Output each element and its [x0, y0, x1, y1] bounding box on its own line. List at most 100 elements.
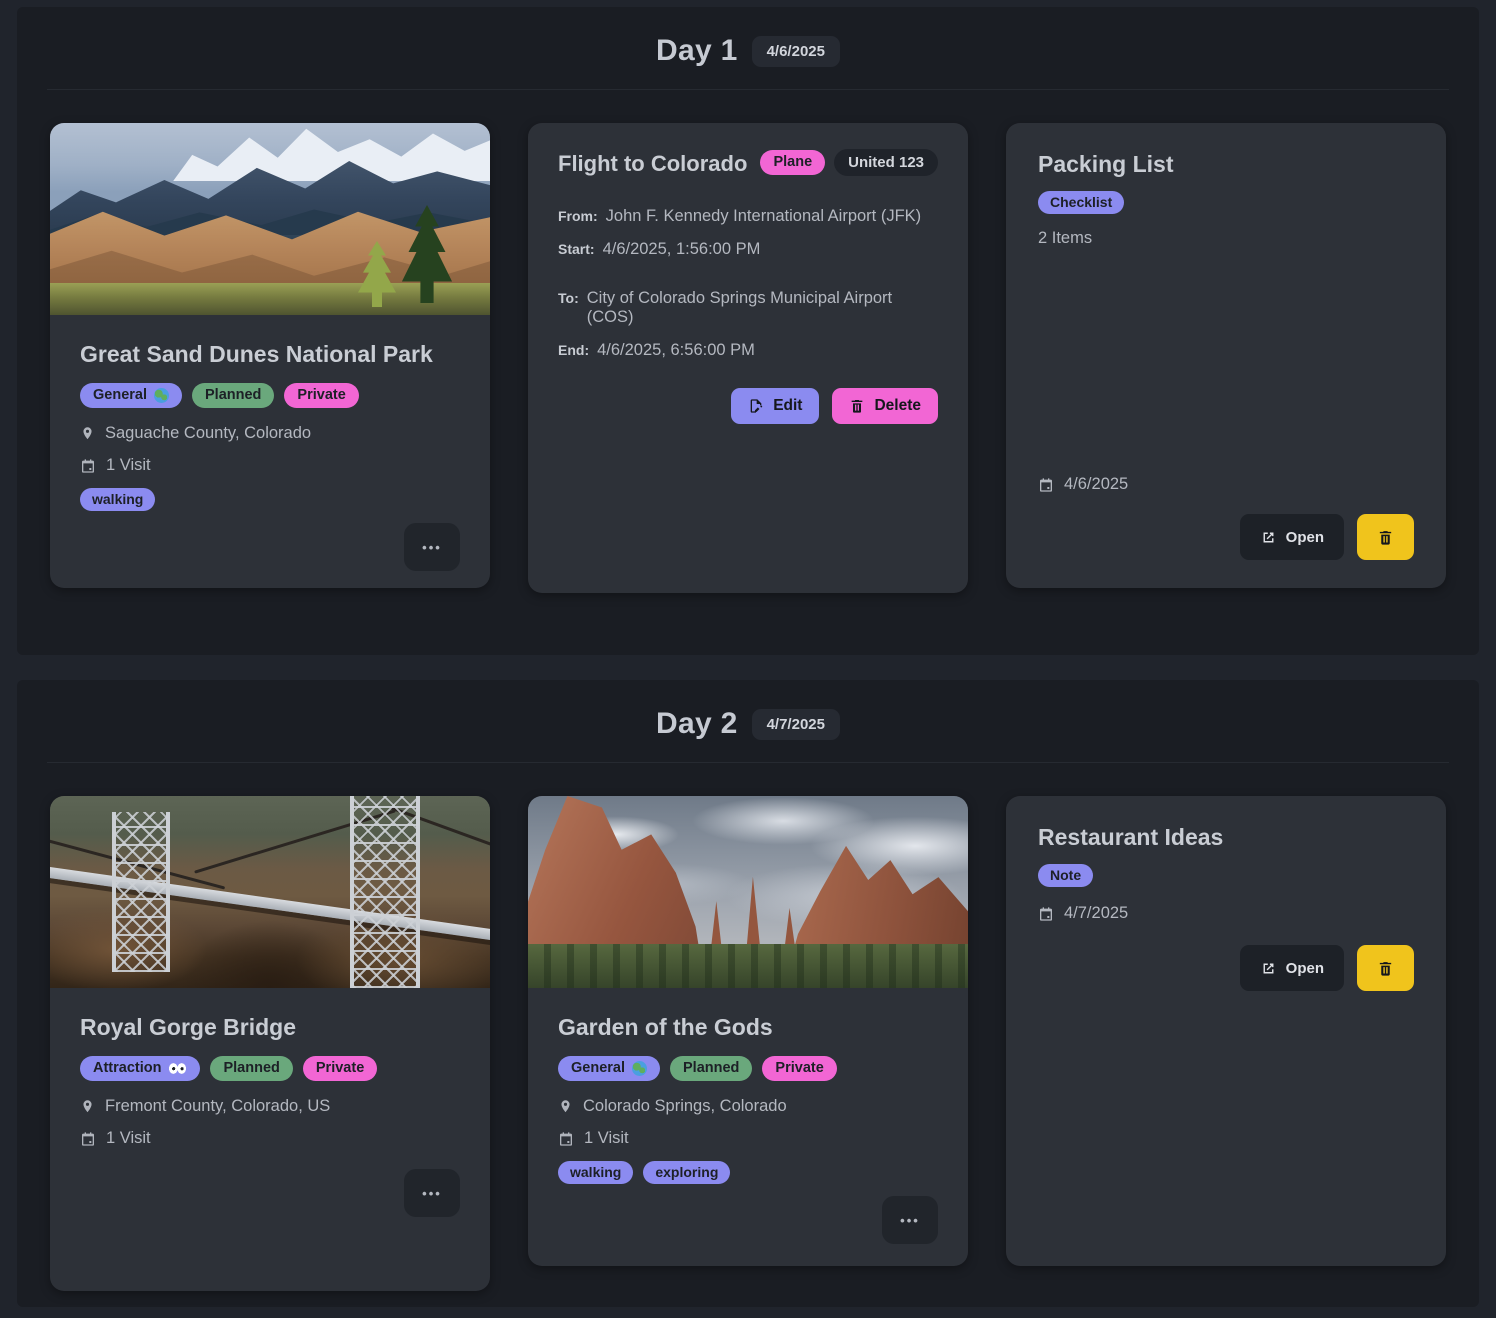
- open-button[interactable]: Open: [1240, 945, 1344, 991]
- menu-row: •••: [558, 1196, 938, 1244]
- location-row: Saguache County, Colorado: [80, 424, 460, 443]
- tag-row: General Planned Private: [558, 1056, 938, 1081]
- calendar-icon: [80, 1131, 96, 1147]
- place-title: Garden of the Gods: [558, 1014, 938, 1041]
- flight-number-badge: United 123: [834, 149, 938, 176]
- day1-title: Day 1: [656, 34, 738, 68]
- day1-section: Day 1 4/6/2025 Great Sand Dunes National…: [17, 7, 1479, 655]
- flight-badges: Plane United 123: [760, 149, 938, 176]
- visits-row: 1 Visit: [80, 1129, 460, 1148]
- calendar-icon: [558, 1131, 574, 1147]
- open-button[interactable]: Open: [1240, 514, 1344, 560]
- place-card-garden-of-the-gods[interactable]: Garden of the Gods General Planned Priva…: [528, 796, 968, 1266]
- visits-text: 1 Visit: [584, 1129, 629, 1148]
- eyes-icon: [168, 1063, 187, 1074]
- note-date: 4/7/2025: [1064, 904, 1128, 923]
- day2-title: Day 2: [656, 707, 738, 741]
- place-title: Great Sand Dunes National Park: [80, 341, 460, 368]
- flight-title: Flight to Colorado: [558, 149, 747, 177]
- location-row: Colorado Springs, Colorado: [558, 1097, 938, 1116]
- tag-private: Private: [762, 1056, 836, 1081]
- calendar-icon: [1038, 477, 1054, 493]
- more-options-button[interactable]: •••: [404, 1169, 460, 1217]
- note-badge-row: Note: [1038, 864, 1414, 887]
- royal-gorge-photo: [50, 796, 490, 988]
- start-label: Start:: [558, 241, 595, 257]
- tag-general: General: [80, 383, 182, 408]
- day1-header: Day 1 4/6/2025: [17, 7, 1479, 89]
- delete-button[interactable]: Delete: [832, 388, 938, 424]
- open-label: Open: [1286, 529, 1324, 546]
- tag-attraction-label: Attraction: [93, 1060, 161, 1077]
- tag-planned: Planned: [670, 1056, 752, 1081]
- tag-general: General: [558, 1056, 660, 1081]
- location-pin-icon: [558, 1099, 573, 1114]
- activity-tag-walking: walking: [558, 1161, 633, 1184]
- open-label: Open: [1286, 960, 1324, 977]
- flight-card[interactable]: Flight to Colorado Plane United 123 From…: [528, 123, 968, 593]
- day2-date-badge: 4/7/2025: [752, 709, 840, 740]
- activity-row: walking exploring: [558, 1161, 938, 1184]
- checklist-date-row: 4/6/2025: [1038, 475, 1414, 494]
- note-date-row: 4/7/2025: [1038, 904, 1414, 923]
- globe-icon: [632, 1061, 647, 1076]
- visits-text: 1 Visit: [106, 456, 151, 475]
- note-actions: Open: [1038, 945, 1414, 991]
- day2-section: Day 2 4/7/2025 Royal Gorge Bridge Attrac…: [17, 680, 1479, 1307]
- edit-button[interactable]: Edit: [731, 388, 819, 424]
- checklist-badge: Checklist: [1038, 191, 1124, 214]
- place-card-body: Royal Gorge Bridge Attraction Planned Pr…: [50, 988, 490, 1291]
- checklist-badge-row: Checklist: [1038, 191, 1414, 214]
- tag-private: Private: [284, 383, 358, 408]
- day1-cards: Great Sand Dunes National Park General P…: [17, 90, 1479, 626]
- spacer: [1038, 248, 1414, 475]
- menu-row: •••: [80, 1169, 460, 1217]
- location-pin-icon: [80, 426, 95, 441]
- visits-row: 1 Visit: [80, 456, 460, 475]
- to-label: To:: [558, 290, 579, 306]
- flight-actions: Edit Delete: [558, 388, 938, 424]
- activity-tag-exploring: exploring: [643, 1161, 730, 1184]
- globe-icon: [154, 388, 169, 403]
- calendar-icon: [1038, 906, 1054, 922]
- flight-from-row: From: John F. Kennedy International Airp…: [558, 207, 938, 226]
- visits-text: 1 Visit: [106, 1129, 151, 1148]
- start-value: 4/6/2025, 1:56:00 PM: [603, 240, 761, 259]
- place-card-royal-gorge[interactable]: Royal Gorge Bridge Attraction Planned Pr…: [50, 796, 490, 1291]
- day1-date-badge: 4/6/2025: [752, 36, 840, 67]
- end-value: 4/6/2025, 6:56:00 PM: [597, 341, 755, 360]
- photo-trees: [528, 944, 968, 988]
- place-title: Royal Gorge Bridge: [80, 1014, 460, 1041]
- to-value: City of Colorado Springs Municipal Airpo…: [587, 289, 938, 327]
- checklist-actions: Open: [1038, 514, 1414, 560]
- delete-note-button[interactable]: [1357, 945, 1414, 991]
- trash-icon: [1377, 960, 1394, 977]
- garden-of-the-gods-photo: [528, 796, 968, 988]
- location-row: Fremont County, Colorado, US: [80, 1097, 460, 1116]
- more-options-button[interactable]: •••: [404, 523, 460, 571]
- location-text: Colorado Springs, Colorado: [583, 1097, 787, 1116]
- checklist-card-packing-list[interactable]: Packing List Checklist 2 Items 4/6/2025 …: [1006, 123, 1446, 588]
- location-text: Fremont County, Colorado, US: [105, 1097, 330, 1116]
- place-card-body: Garden of the Gods General Planned Priva…: [528, 988, 968, 1268]
- visits-row: 1 Visit: [558, 1129, 938, 1148]
- edit-label: Edit: [773, 397, 802, 415]
- delete-checklist-button[interactable]: [1357, 514, 1414, 560]
- delete-label: Delete: [874, 397, 921, 415]
- tag-general-label: General: [571, 1060, 625, 1077]
- tag-planned: Planned: [210, 1056, 292, 1081]
- note-card-restaurant-ideas[interactable]: Restaurant Ideas Note 4/7/2025 Open: [1006, 796, 1446, 1266]
- location-text: Saguache County, Colorado: [105, 424, 311, 443]
- flight-start-row: Start: 4/6/2025, 1:56:00 PM: [558, 240, 938, 259]
- tag-private: Private: [303, 1056, 377, 1081]
- place-card-great-sand-dunes[interactable]: Great Sand Dunes National Park General P…: [50, 123, 490, 588]
- more-options-button[interactable]: •••: [882, 1196, 938, 1244]
- from-value: John F. Kennedy International Airport (J…: [606, 207, 922, 226]
- photo-bridge-tower-left: [112, 812, 170, 972]
- photo-bridge-tower-right: [350, 796, 420, 988]
- tag-row: General Planned Private: [80, 383, 460, 408]
- tag-general-label: General: [93, 387, 147, 404]
- edit-icon: [748, 398, 764, 414]
- tag-row: Attraction Planned Private: [80, 1056, 460, 1081]
- flight-end-row: End: 4/6/2025, 6:56:00 PM: [558, 341, 938, 360]
